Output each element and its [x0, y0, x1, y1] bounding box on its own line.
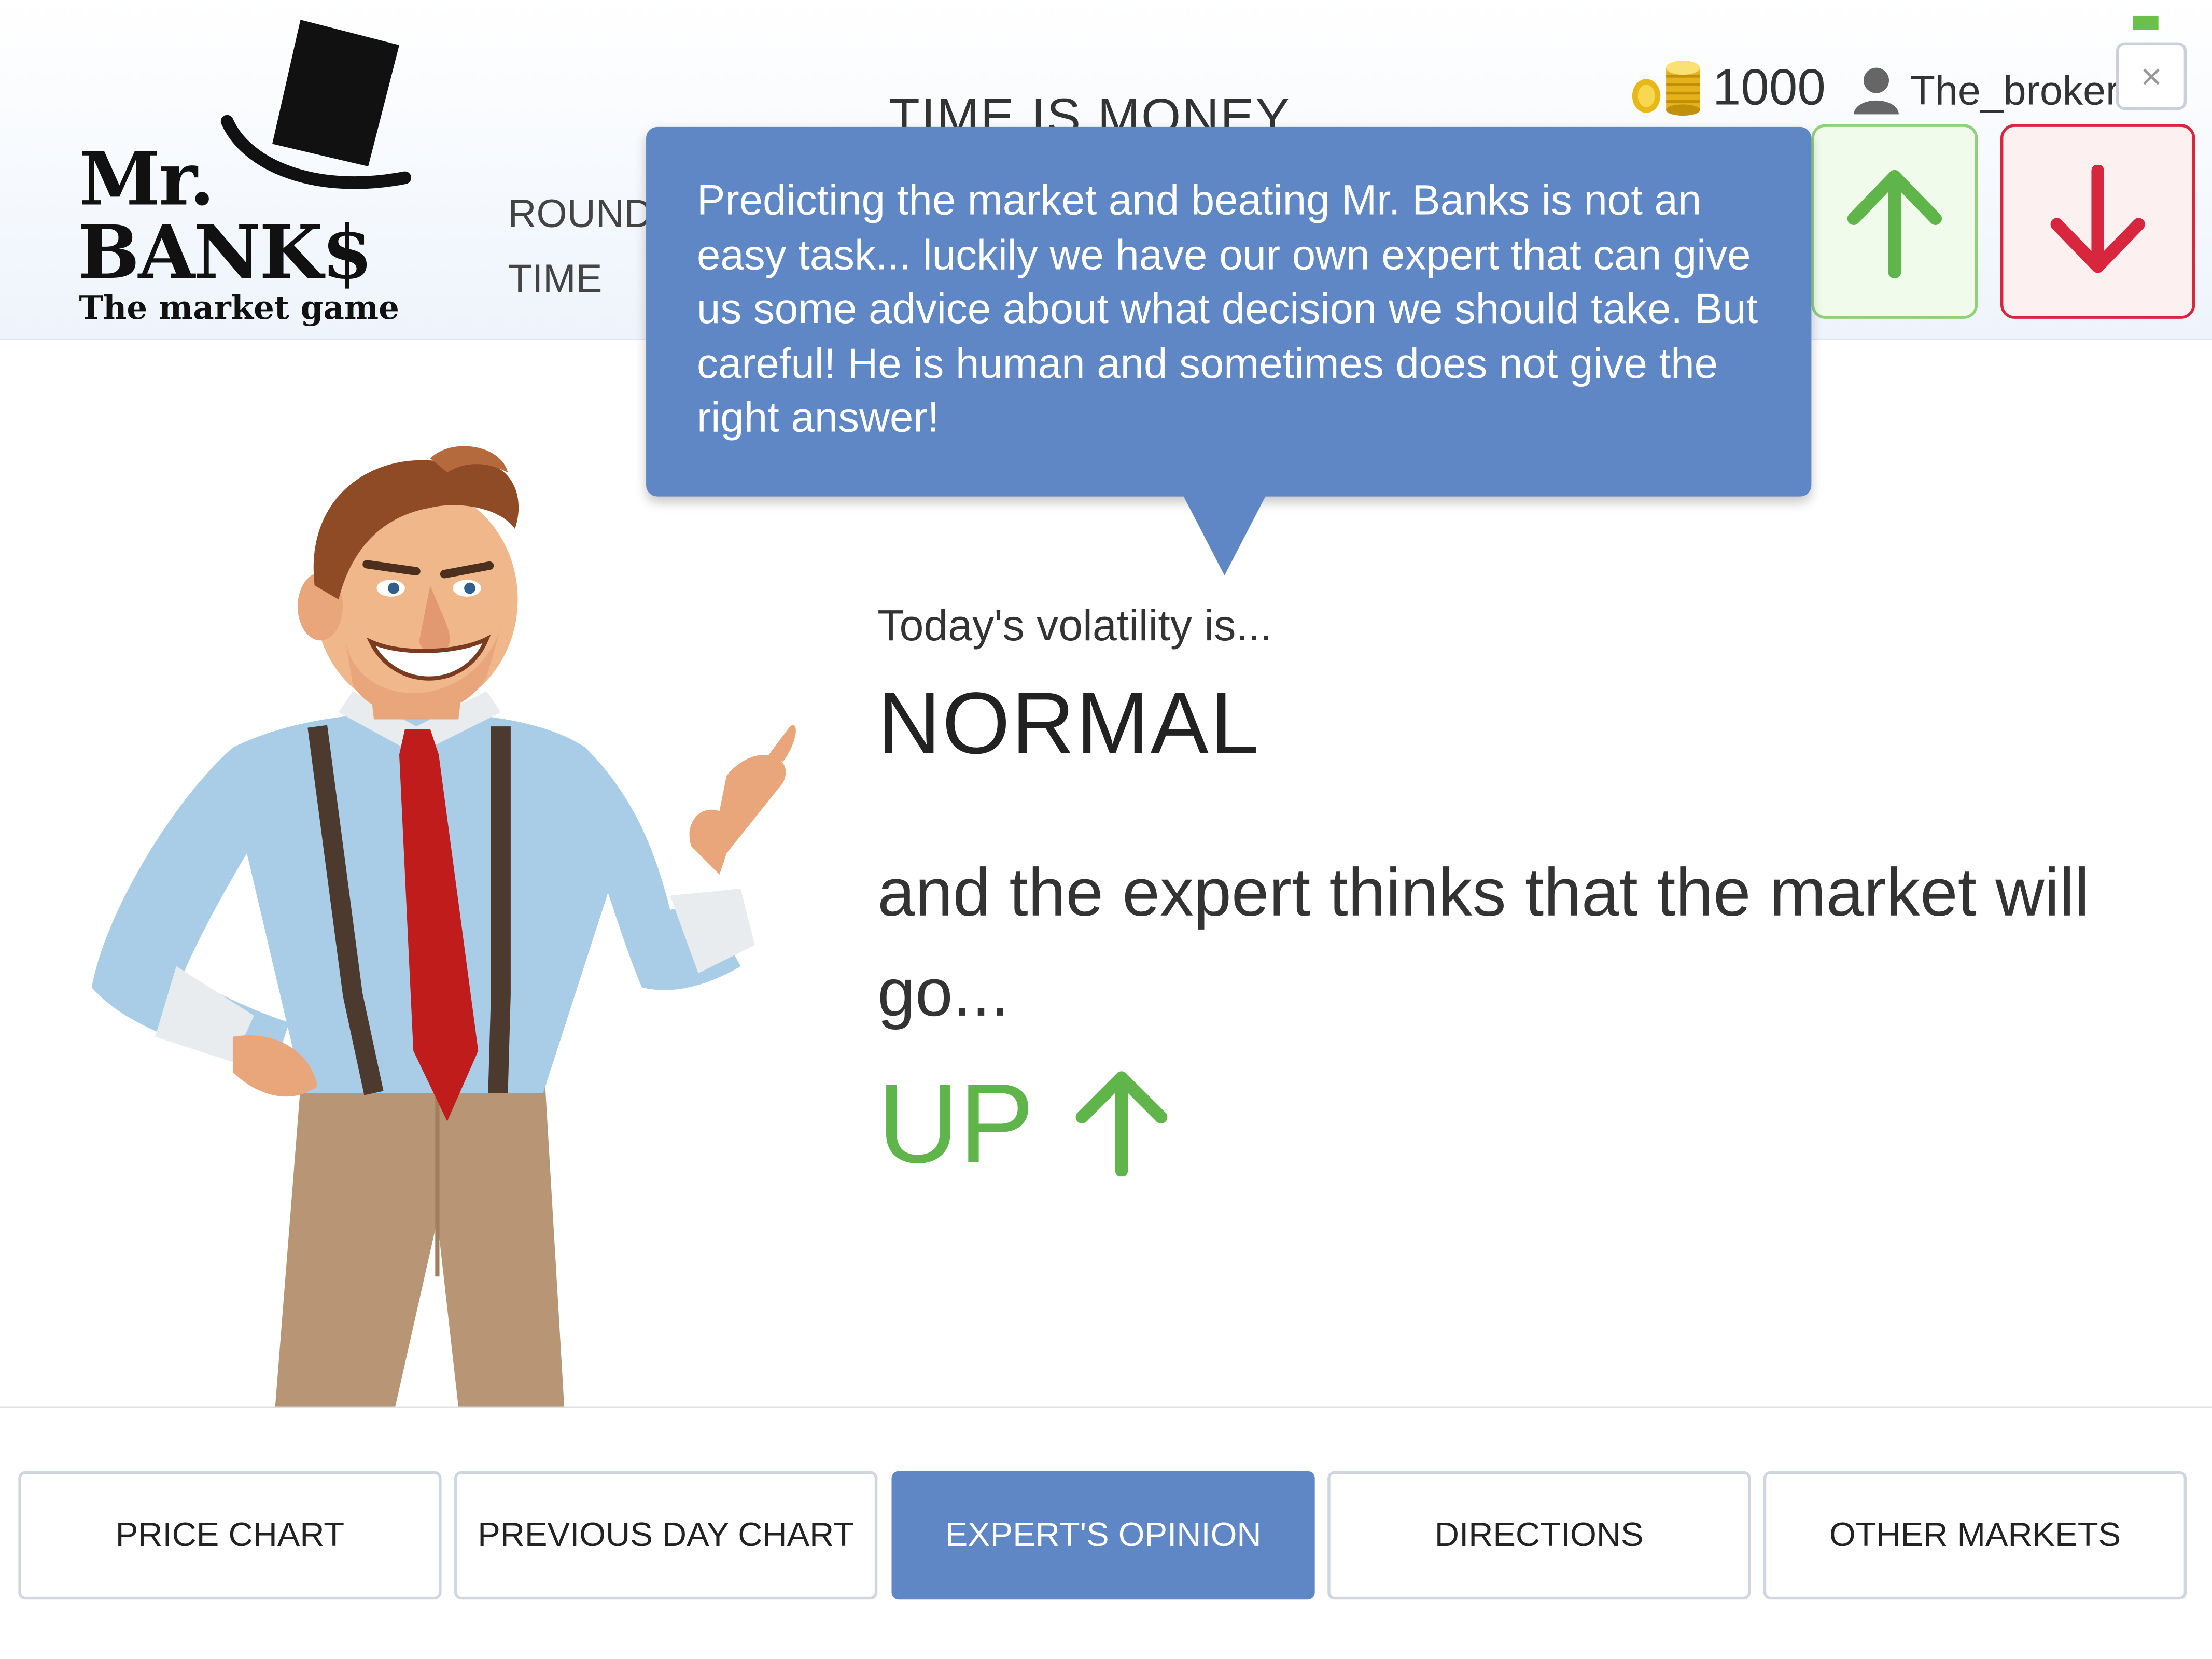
logo-tagline: The market game	[79, 289, 399, 328]
tab-directions[interactable]: DIRECTIONS	[1327, 1471, 1751, 1600]
tooltip-text: Predicting the market and beating Mr. Ba…	[697, 177, 1758, 442]
battery-indicator	[2133, 15, 2159, 30]
coin-balance: 1000	[1712, 58, 1826, 116]
tab-previous-day-chart[interactable]: PREVIOUS DAY CHART	[454, 1471, 878, 1600]
tab-experts-opinion[interactable]: EXPERT'S OPINION	[891, 1471, 1315, 1600]
tutorial-tooltip: Predicting the market and beating Mr. Ba…	[646, 126, 1812, 497]
tab-price-chart[interactable]: PRICE CHART	[18, 1471, 442, 1600]
arrow-down-icon	[2050, 165, 2145, 273]
time-label: TIME	[508, 257, 603, 301]
top-hat-icon	[220, 20, 412, 189]
close-icon: ×	[2140, 54, 2162, 97]
logo-mr: Mr.	[79, 136, 215, 223]
user-icon	[1853, 67, 1899, 115]
close-button[interactable]: ×	[2116, 42, 2187, 110]
game-screen: Mr. BANK$ The market game ROUND TIME TIM…	[0, 0, 2212, 1659]
volatility-value: NORMAL	[877, 676, 1261, 773]
arrow-up-icon	[1075, 1071, 1168, 1177]
username[interactable]: The_broker	[1910, 65, 2120, 118]
bet-up-button[interactable]	[1811, 124, 1978, 319]
expert-character-illustration	[91, 446, 796, 1408]
expert-prediction-text: and the expert thinks that the market wi…	[877, 856, 2090, 1031]
tab-label: OTHER MARKETS	[1829, 1515, 2121, 1554]
logo-banks: BANK$	[77, 210, 373, 297]
expert-direction-value: UP	[877, 1060, 1034, 1187]
tab-other-markets[interactable]: OTHER MARKETS	[1763, 1471, 2187, 1600]
arrow-up-icon	[1847, 170, 1942, 278]
tooltip-pointer	[1182, 494, 1267, 576]
coin-stack-icon	[1632, 60, 1700, 116]
tab-label: EXPERT'S OPINION	[945, 1515, 1262, 1554]
tab-label: PRICE CHART	[115, 1515, 345, 1554]
tab-label: PREVIOUS DAY CHART	[478, 1515, 855, 1554]
volatility-label: Today's volatility is...	[877, 601, 1272, 651]
bet-down-button[interactable]	[2000, 124, 2195, 319]
round-label: ROUND	[508, 192, 653, 236]
tab-label: DIRECTIONS	[1434, 1515, 1644, 1554]
mr-banks-logo: Mr. BANK$ The market game	[71, 14, 423, 335]
content-divider	[0, 1406, 2212, 1408]
